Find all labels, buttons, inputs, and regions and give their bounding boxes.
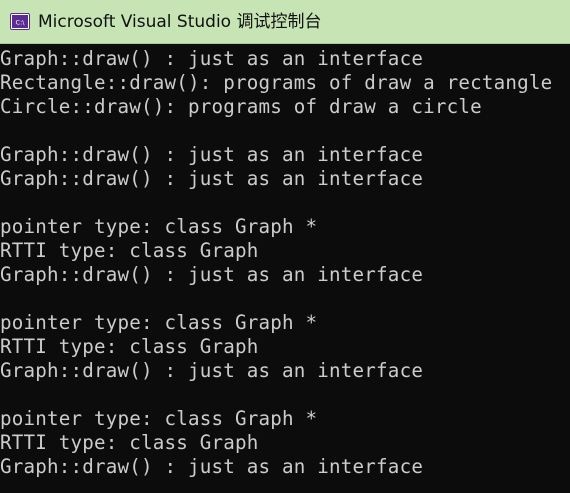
console-line: RTTI type: class Graph <box>0 239 259 262</box>
console-line: Graph::draw() : just as an interface <box>0 455 424 478</box>
console-line: Graph::draw() : just as an interface <box>0 143 424 166</box>
console-line: RTTI type: class Graph <box>0 335 259 358</box>
console-line: pointer type: class Graph * <box>0 215 318 238</box>
console-line: pointer type: class Graph * <box>0 407 318 430</box>
console-line: Graph::draw() : just as an interface <box>0 47 424 70</box>
window-title: Microsoft Visual Studio 调试控制台 <box>38 12 322 32</box>
console-line: Graph::draw() : just as an interface <box>0 263 424 286</box>
console-output[interactable]: Graph::draw() : just as an interface Rect… <box>0 47 570 493</box>
console-line: Graph::draw() : just as an interface <box>0 359 424 382</box>
console-line: Rectangle::draw(): programs of draw a re… <box>0 71 553 94</box>
console-line: Circle::draw(): programs of draw a circl… <box>0 95 482 118</box>
console-line: pointer type: class Graph * <box>0 311 318 334</box>
console-line: Graph::draw() : just as an interface <box>0 167 424 190</box>
window-titlebar[interactable]: C:\ Microsoft Visual Studio 调试控制台 <box>0 0 570 44</box>
debug-console-window: C:\ Microsoft Visual Studio 调试控制台 Graph:… <box>0 0 570 493</box>
console-line: RTTI type: class Graph <box>0 431 259 454</box>
visual-studio-debug-console-icon: C:\ <box>11 14 29 29</box>
app-icon-text: C:\ <box>16 19 26 27</box>
